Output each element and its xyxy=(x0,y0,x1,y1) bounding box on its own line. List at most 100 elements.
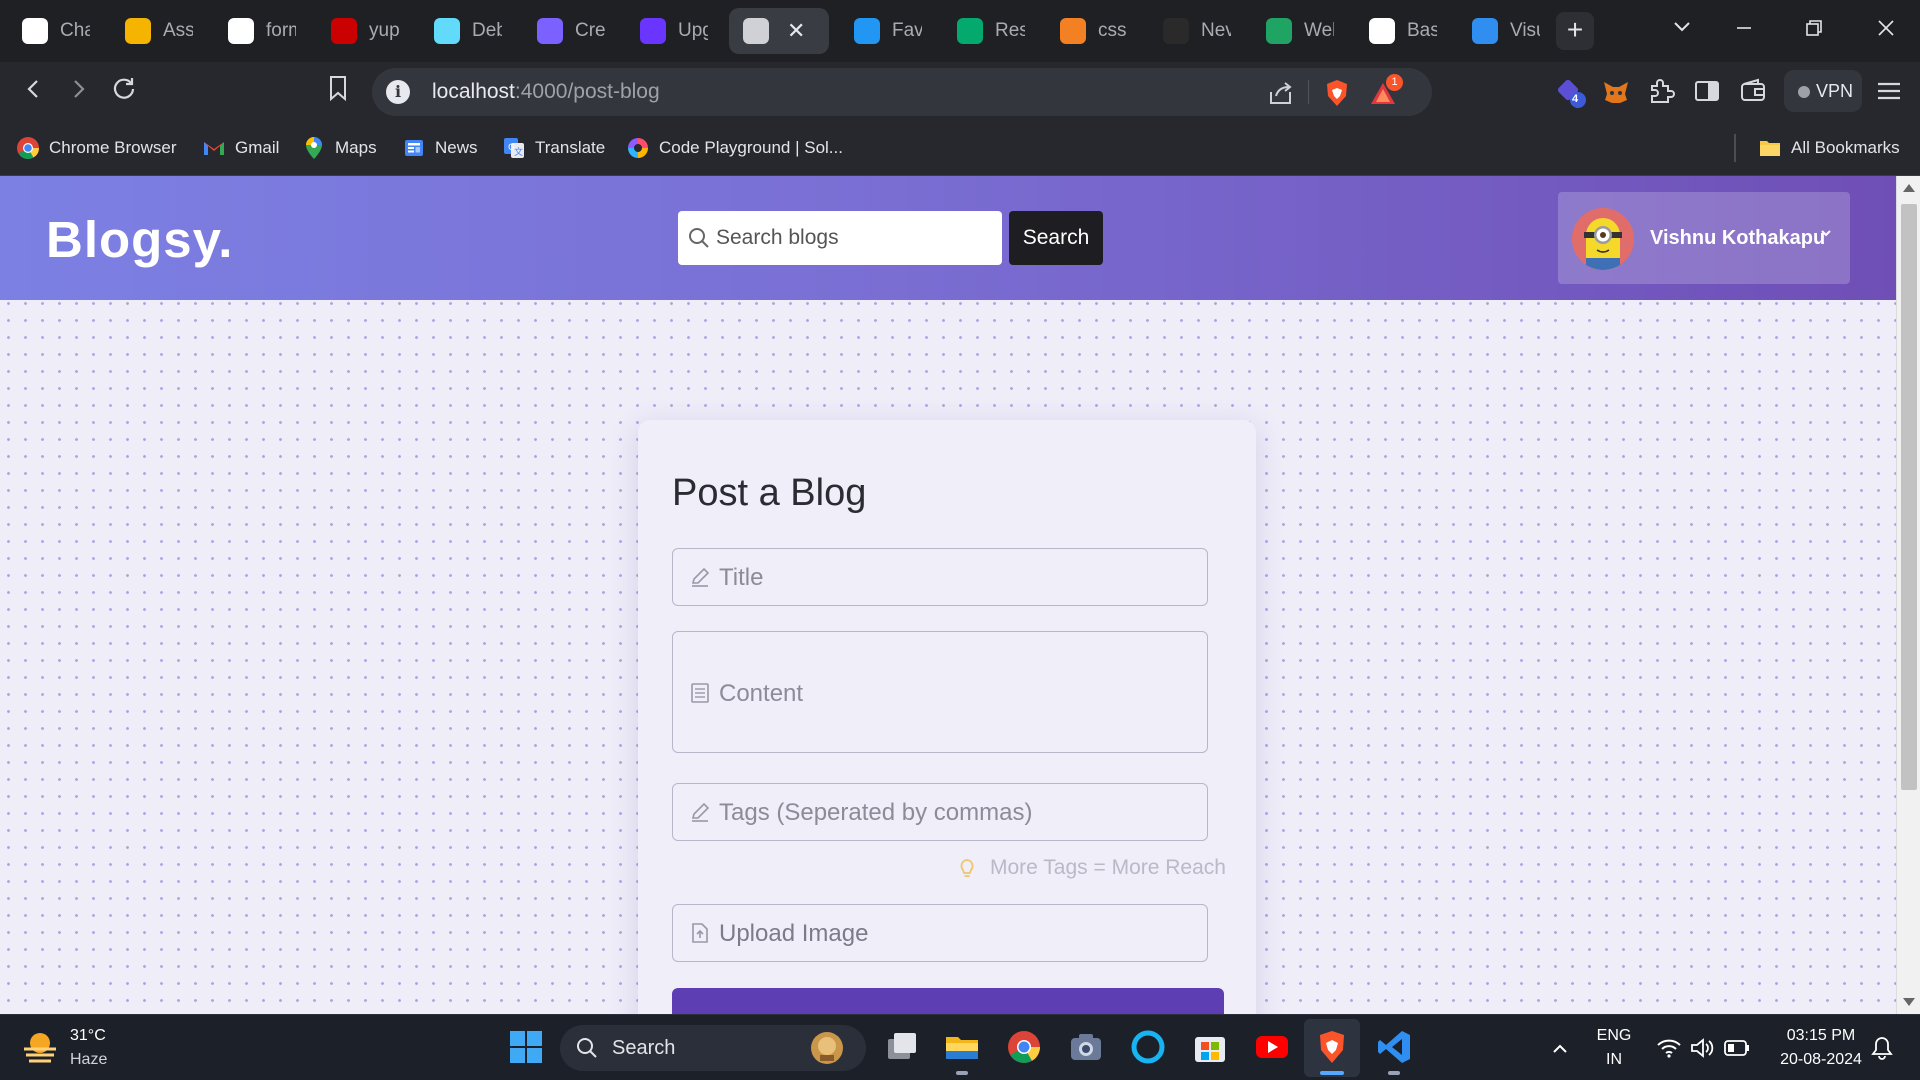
haze-weather-icon[interactable] xyxy=(20,1029,60,1065)
globe-icon xyxy=(743,18,769,44)
extension-wallet-icon[interactable]: 4 xyxy=(1556,76,1588,108)
brave-rewards-icon[interactable]: 1 xyxy=(1368,74,1403,108)
chrome-icon[interactable] xyxy=(1006,1029,1042,1065)
upload-image-field[interactable]: Upload Image xyxy=(672,904,1208,962)
youtube-icon[interactable] xyxy=(1254,1029,1290,1065)
tab-w3schools[interactable]: Resp xyxy=(943,8,1035,54)
wifi-icon[interactable] xyxy=(1656,1037,1682,1059)
tab-shield[interactable]: Cre xyxy=(523,8,615,54)
bookmark-maps[interactable]: Maps xyxy=(302,134,377,162)
tab-title: form xyxy=(266,20,296,41)
language-bottom[interactable]: IN xyxy=(1594,1051,1634,1069)
tab-google[interactable]: form xyxy=(214,8,306,54)
brave-active-indicator xyxy=(1320,1071,1344,1075)
tab-diamond[interactable]: Upg xyxy=(626,8,718,54)
address-bar[interactable]: i localhost:4000/post-blog 1 xyxy=(372,68,1432,116)
bookmark-gmail[interactable]: Gmail xyxy=(202,134,279,162)
content-field[interactable]: Content xyxy=(672,631,1208,753)
npm-icon xyxy=(331,18,357,44)
tab-vscode[interactable]: Visu xyxy=(1458,8,1550,54)
forward-button[interactable] xyxy=(58,72,98,112)
camera-icon[interactable] xyxy=(1068,1029,1104,1065)
close-tab-icon[interactable]: ✕ xyxy=(787,18,805,44)
tab-react[interactable]: Deb xyxy=(420,8,512,54)
cortana-icon[interactable] xyxy=(1130,1029,1166,1065)
tags-hint: More Tags = More Reach xyxy=(990,856,1226,879)
file-explorer-running-indicator xyxy=(956,1071,968,1075)
wallet-icon[interactable] xyxy=(1738,76,1770,108)
reload-button[interactable] xyxy=(104,72,144,112)
search-box[interactable] xyxy=(678,211,1002,265)
windows-start-icon[interactable] xyxy=(508,1029,544,1065)
page-viewport: Blogsy. Search Vishnu Kothakapu xyxy=(0,176,1896,1014)
taskbar-search[interactable]: Search xyxy=(560,1025,866,1071)
bookmark-translate[interactable]: G文 Translate xyxy=(502,134,605,162)
search-icon xyxy=(689,228,709,248)
tab-classroom[interactable]: Assi xyxy=(111,8,203,54)
tab-google-drive[interactable]: Wel xyxy=(1252,8,1344,54)
browser-menu-icon[interactable] xyxy=(1872,74,1906,108)
tab-globe[interactable]: ✕ xyxy=(729,8,829,54)
page-scrollbar[interactable] xyxy=(1896,176,1920,1014)
w3schools-icon xyxy=(957,18,983,44)
brave-shields-icon[interactable] xyxy=(1322,78,1352,108)
volume-icon[interactable] xyxy=(1690,1037,1716,1059)
clock-time[interactable]: 03:15 PM xyxy=(1766,1027,1876,1045)
language-top[interactable]: ENG xyxy=(1594,1027,1634,1045)
microsoft-store-icon[interactable] xyxy=(1192,1029,1228,1065)
notification-bell-icon[interactable] xyxy=(1870,1035,1894,1061)
content-placeholder: Content xyxy=(719,680,804,707)
search-input[interactable] xyxy=(716,211,996,265)
chevron-up-icon[interactable] xyxy=(1550,1039,1570,1059)
back-button[interactable] xyxy=(14,72,54,112)
vpn-button[interactable]: VPN xyxy=(1784,70,1862,112)
tab-circle[interactable]: Nev xyxy=(1149,8,1241,54)
tab-chatgpt[interactable]: Cha xyxy=(8,8,100,54)
scroll-down-arrow-icon[interactable] xyxy=(1903,998,1915,1006)
metamask-icon[interactable] xyxy=(1600,76,1632,108)
task-view-icon[interactable] xyxy=(884,1029,920,1065)
scroll-thumb[interactable] xyxy=(1901,204,1917,790)
new-tab-button[interactable]: + xyxy=(1556,12,1594,50)
tab-github[interactable]: Basi xyxy=(1355,8,1447,54)
brave-browser-icon[interactable] xyxy=(1314,1029,1350,1065)
clock-date[interactable]: 20-08-2024 xyxy=(1766,1051,1876,1069)
bookmark-chrome-browser[interactable]: Chrome Browser xyxy=(16,134,177,162)
extensions-puzzle-icon[interactable] xyxy=(1646,76,1678,108)
sidebar-toggle-icon[interactable] xyxy=(1692,76,1724,108)
tab-favicon-generator[interactable]: Favi xyxy=(840,8,932,54)
bookmark-code-playground[interactable]: Code Playground | Sol... xyxy=(626,134,843,162)
windows-taskbar: 31°C Haze Search ENG IN 03:15 PM 20-08-2… xyxy=(0,1014,1920,1080)
pencil-icon xyxy=(691,567,710,587)
chevron-down-icon xyxy=(1820,226,1832,242)
react-icon xyxy=(434,18,460,44)
tab-search-icon[interactable] xyxy=(1662,12,1702,50)
all-bookmarks-button[interactable]: All Bookmarks xyxy=(1758,134,1900,162)
user-menu[interactable]: Vishnu Kothakapu xyxy=(1558,192,1850,284)
restore-button[interactable] xyxy=(1794,12,1834,50)
site-info-icon[interactable]: i xyxy=(386,80,410,104)
title-field[interactable]: Title xyxy=(672,548,1208,606)
bookmarks-separator xyxy=(1734,134,1736,162)
site-logo[interactable]: Blogsy. xyxy=(46,210,233,269)
file-explorer-icon[interactable] xyxy=(944,1029,980,1065)
post-blog-button[interactable]: Post Blog xyxy=(672,988,1224,1014)
tab-title: Cha xyxy=(60,20,90,41)
vscode-icon[interactable] xyxy=(1376,1029,1412,1065)
gmail-icon xyxy=(204,142,224,155)
tab-npm[interactable]: yup xyxy=(317,8,409,54)
share-icon[interactable] xyxy=(1266,78,1296,108)
bookmark-page-icon[interactable] xyxy=(318,72,358,112)
page-title: Post a Blog xyxy=(672,472,867,514)
stackoverflow-icon xyxy=(1060,18,1086,44)
bookmark-news[interactable]: News xyxy=(402,134,478,162)
tags-field[interactable]: Tags (Seperated by commas) xyxy=(672,783,1208,841)
taskbar-search-label: Search xyxy=(612,1037,676,1059)
battery-icon[interactable] xyxy=(1724,1039,1750,1057)
minimize-button[interactable] xyxy=(1724,12,1764,50)
tab-stackoverflow[interactable]: css xyxy=(1046,8,1138,54)
close-window-button[interactable] xyxy=(1866,12,1906,50)
search-button[interactable]: Search xyxy=(1009,211,1103,265)
scroll-up-arrow-icon[interactable] xyxy=(1903,184,1915,192)
classroom-icon xyxy=(125,18,151,44)
